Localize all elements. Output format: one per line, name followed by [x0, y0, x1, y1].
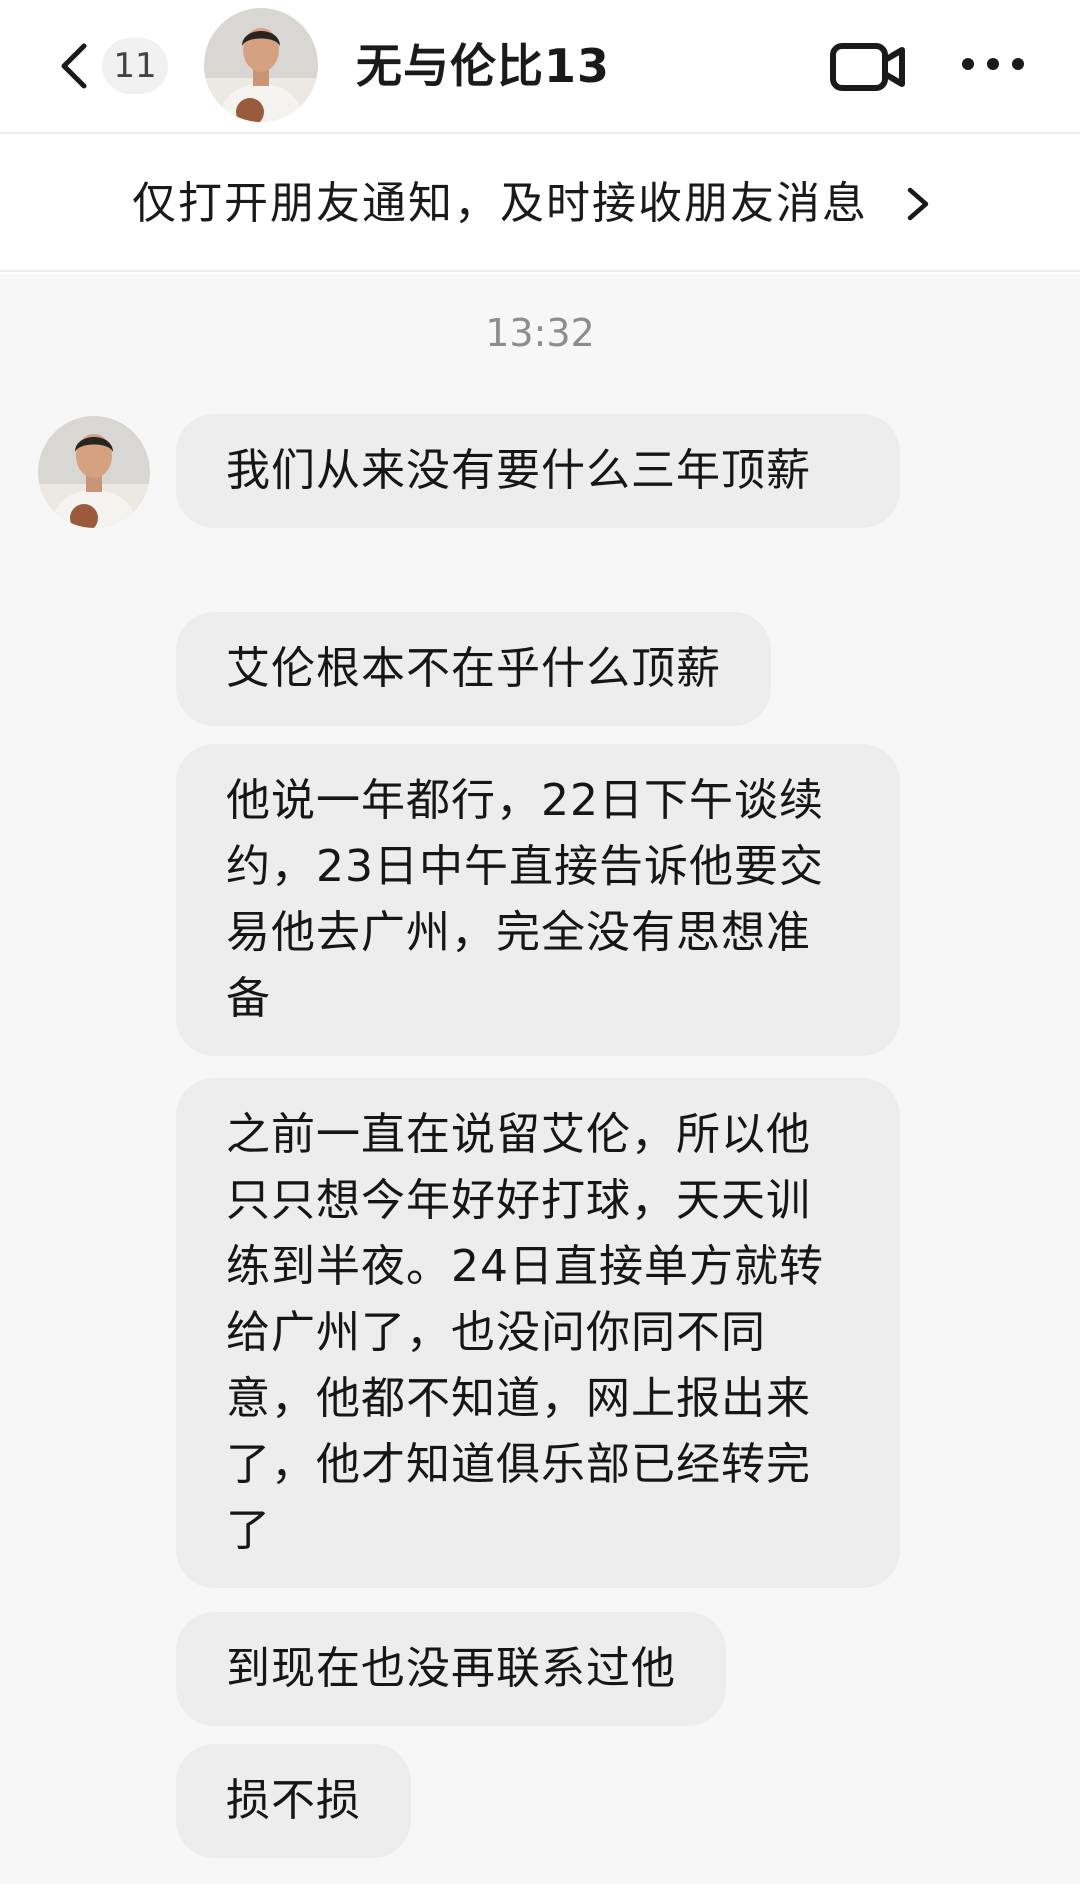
- chat-header: 11 无与伦比13: [0, 0, 1080, 134]
- unread-count-badge: 11: [102, 38, 168, 94]
- message-timestamp: 13:32: [485, 311, 595, 355]
- contact-avatar[interactable]: [204, 8, 318, 122]
- friend-notification-banner[interactable]: 仅打开朋友通知，及时接收朋友消息: [0, 136, 1080, 272]
- person-icon: [204, 8, 318, 122]
- chevron-right-icon: [907, 187, 929, 221]
- back-button[interactable]: [50, 34, 100, 98]
- message-list[interactable]: 13:32 我们从来没有要什么三年顶薪 艾伦根本不在乎什么顶薪 他说一年都行，2…: [0, 274, 1080, 1884]
- message-bubble[interactable]: 损不损: [176, 1744, 411, 1858]
- chat-title: 无与伦比13: [356, 39, 611, 93]
- chevron-left-icon: [61, 43, 87, 89]
- person-icon: [38, 416, 150, 528]
- message-bubble[interactable]: 我们从来没有要什么三年顶薪: [176, 414, 900, 528]
- sender-avatar[interactable]: [38, 416, 150, 528]
- message-bubble[interactable]: 艾伦根本不在乎什么顶薪: [176, 612, 771, 726]
- message-bubble[interactable]: 之前一直在说留艾伦，所以他只只想今年好好打球，天天训练到半夜。24日直接单方就转…: [176, 1078, 900, 1588]
- message-bubble[interactable]: 到现在也没再联系过他: [176, 1612, 726, 1726]
- video-call-button[interactable]: [830, 40, 906, 94]
- notification-banner-text: 仅打开朋友通知，及时接收朋友消息: [132, 178, 868, 229]
- more-dots-icon: [962, 58, 1024, 70]
- message-bubble[interactable]: 他说一年都行，22日下午谈续约，23日中午直接告诉他要交易他去广州，完全没有思想…: [176, 744, 900, 1056]
- more-options-button[interactable]: [958, 44, 1028, 84]
- video-camera-icon: [830, 43, 905, 91]
